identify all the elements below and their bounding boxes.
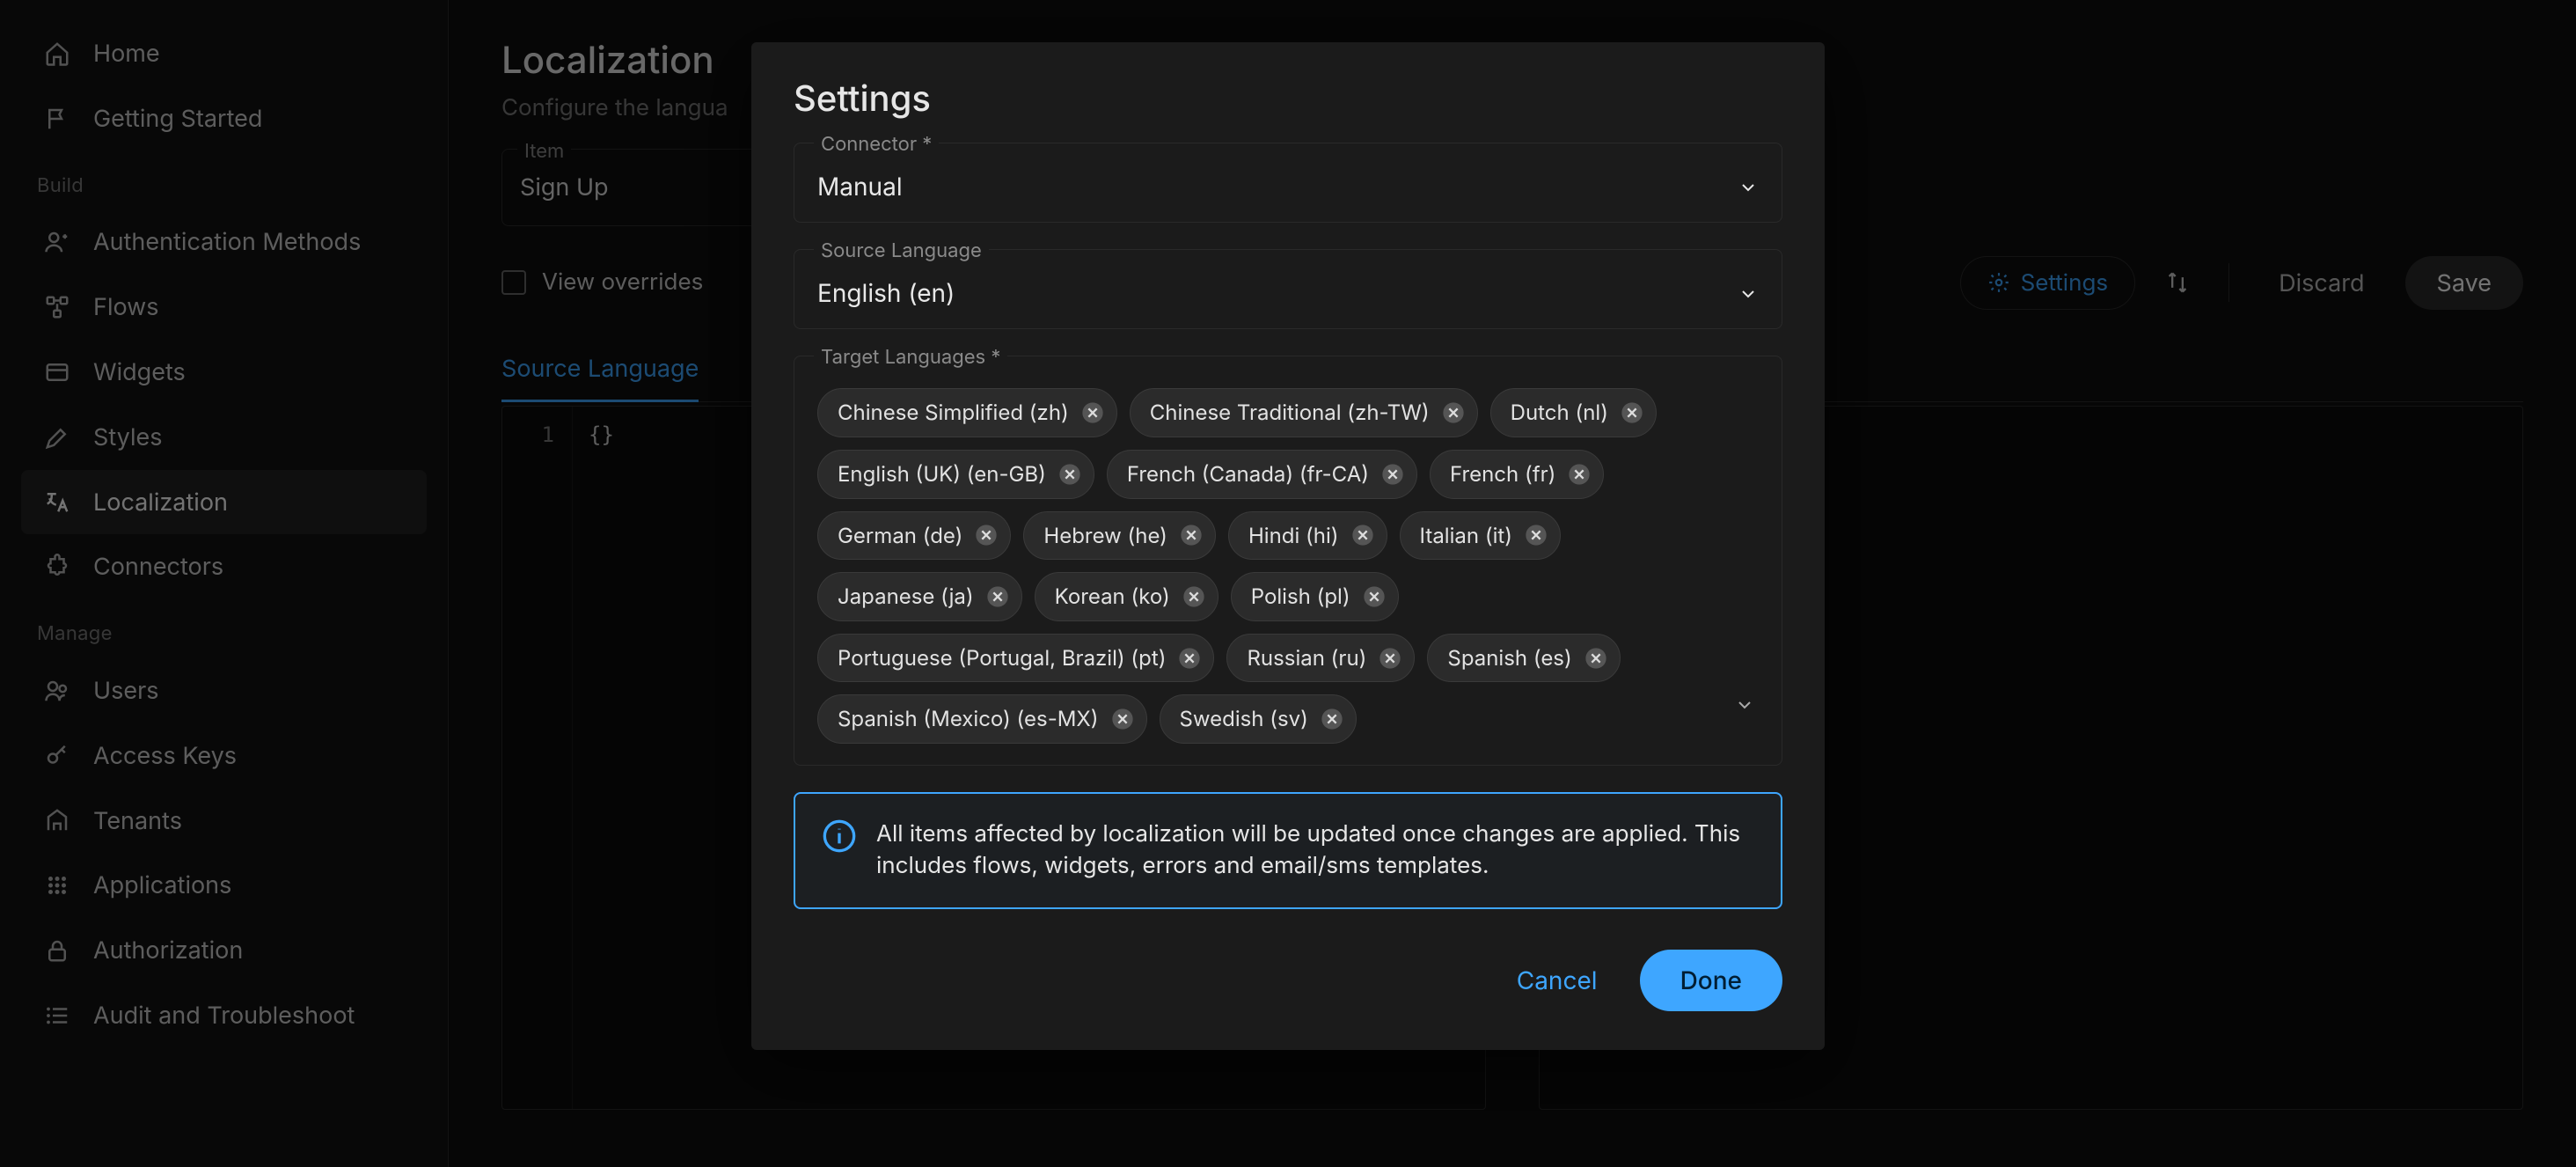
target-languages-expand[interactable] <box>1734 694 1759 716</box>
language-chip: Portuguese (Portugal, Brazil) (pt) <box>817 634 1214 683</box>
chip-remove-icon[interactable] <box>1619 400 1645 426</box>
source-language-value: English (en) <box>817 276 955 311</box>
settings-modal: Settings Connector * Manual Source Langu… <box>751 42 1825 1050</box>
target-languages-label: Target Languages * <box>814 344 1007 371</box>
chip-label: Chinese Traditional (zh-TW) <box>1150 398 1430 428</box>
chip-label: German (de) <box>838 521 962 551</box>
language-chip: Hindi (hi) <box>1228 511 1387 561</box>
source-language-label: Source Language <box>814 238 989 265</box>
chip-label: Hindi (hi) <box>1248 521 1339 551</box>
chip-remove-icon[interactable] <box>1377 645 1403 672</box>
chip-remove-icon[interactable] <box>1440 400 1467 426</box>
chip-remove-icon[interactable] <box>1523 522 1549 548</box>
chip-label: Swedish (sv) <box>1180 704 1308 734</box>
chip-remove-icon[interactable] <box>1583 645 1609 672</box>
chip-remove-icon[interactable] <box>973 522 999 548</box>
chip-label: Japanese (ja) <box>838 582 974 612</box>
language-chip: English (UK) (en-GB) <box>817 450 1094 499</box>
chip-remove-icon[interactable] <box>1319 706 1345 732</box>
language-chip: Spanish (es) <box>1427 634 1620 683</box>
chip-remove-icon[interactable] <box>1178 522 1204 548</box>
modal-title: Settings <box>794 74 1782 123</box>
info-banner: All items affected by localization will … <box>794 792 1782 909</box>
chevron-down-icon <box>1738 177 1759 198</box>
info-text: All items affected by localization will … <box>876 818 1754 883</box>
connector-select[interactable]: Connector * Manual <box>794 143 1782 223</box>
chip-remove-icon[interactable] <box>1176 645 1203 672</box>
language-chip: Japanese (ja) <box>817 572 1022 621</box>
language-chip: Hebrew (he) <box>1023 511 1216 561</box>
chip-remove-icon[interactable] <box>984 584 1011 610</box>
target-languages-field[interactable]: Target Languages * Chinese Simplified (z… <box>794 356 1782 766</box>
language-chip: Dutch (nl) <box>1490 388 1657 437</box>
chip-remove-icon[interactable] <box>1361 584 1387 610</box>
chip-remove-icon[interactable] <box>1057 461 1083 488</box>
language-chip: Korean (ko) <box>1035 572 1218 621</box>
chevron-down-icon <box>1738 283 1759 305</box>
chip-label: French (fr) <box>1450 459 1555 489</box>
language-chip: Italian (it) <box>1400 511 1561 561</box>
chip-label: Chinese Simplified (zh) <box>838 398 1069 428</box>
language-chip: French (fr) <box>1430 450 1604 499</box>
chip-label: Hebrew (he) <box>1043 521 1167 551</box>
cancel-button[interactable]: Cancel <box>1492 950 1622 1011</box>
language-chip: French (Canada) (fr-CA) <box>1107 450 1417 499</box>
chip-label: Russian (ru) <box>1247 643 1366 673</box>
chip-label: Dutch (nl) <box>1511 398 1608 428</box>
modal-scrim[interactable]: Settings Connector * Manual Source Langu… <box>0 0 2576 1167</box>
chip-remove-icon[interactable] <box>1181 584 1207 610</box>
chip-label: English (UK) (en-GB) <box>838 459 1046 489</box>
chip-label: French (Canada) (fr-CA) <box>1127 459 1369 489</box>
language-chip: German (de) <box>817 511 1011 561</box>
chip-label: Polish (pl) <box>1251 582 1350 612</box>
connector-label: Connector * <box>814 131 939 158</box>
chip-label: Portuguese (Portugal, Brazil) (pt) <box>838 643 1166 673</box>
connector-value: Manual <box>817 170 903 204</box>
language-chip: Spanish (Mexico) (es-MX) <box>817 694 1147 744</box>
chip-label: Spanish (Mexico) (es-MX) <box>838 704 1099 734</box>
chip-remove-icon[interactable] <box>1566 461 1592 488</box>
language-chip: Swedish (sv) <box>1160 694 1357 744</box>
source-language-select[interactable]: Source Language English (en) <box>794 249 1782 329</box>
language-chip: Chinese Traditional (zh-TW) <box>1130 388 1478 437</box>
chip-remove-icon[interactable] <box>1079 400 1106 426</box>
chip-remove-icon[interactable] <box>1109 706 1136 732</box>
done-button[interactable]: Done <box>1640 950 1782 1011</box>
chip-remove-icon[interactable] <box>1379 461 1406 488</box>
chip-label: Spanish (es) <box>1447 643 1571 673</box>
chip-label: Korean (ko) <box>1055 582 1170 612</box>
info-icon <box>822 818 857 883</box>
language-chip: Polish (pl) <box>1231 572 1399 621</box>
language-chip: Russian (ru) <box>1226 634 1415 683</box>
language-chip: Chinese Simplified (zh) <box>817 388 1117 437</box>
chip-remove-icon[interactable] <box>1350 522 1376 548</box>
chip-label: Italian (it) <box>1420 521 1512 551</box>
